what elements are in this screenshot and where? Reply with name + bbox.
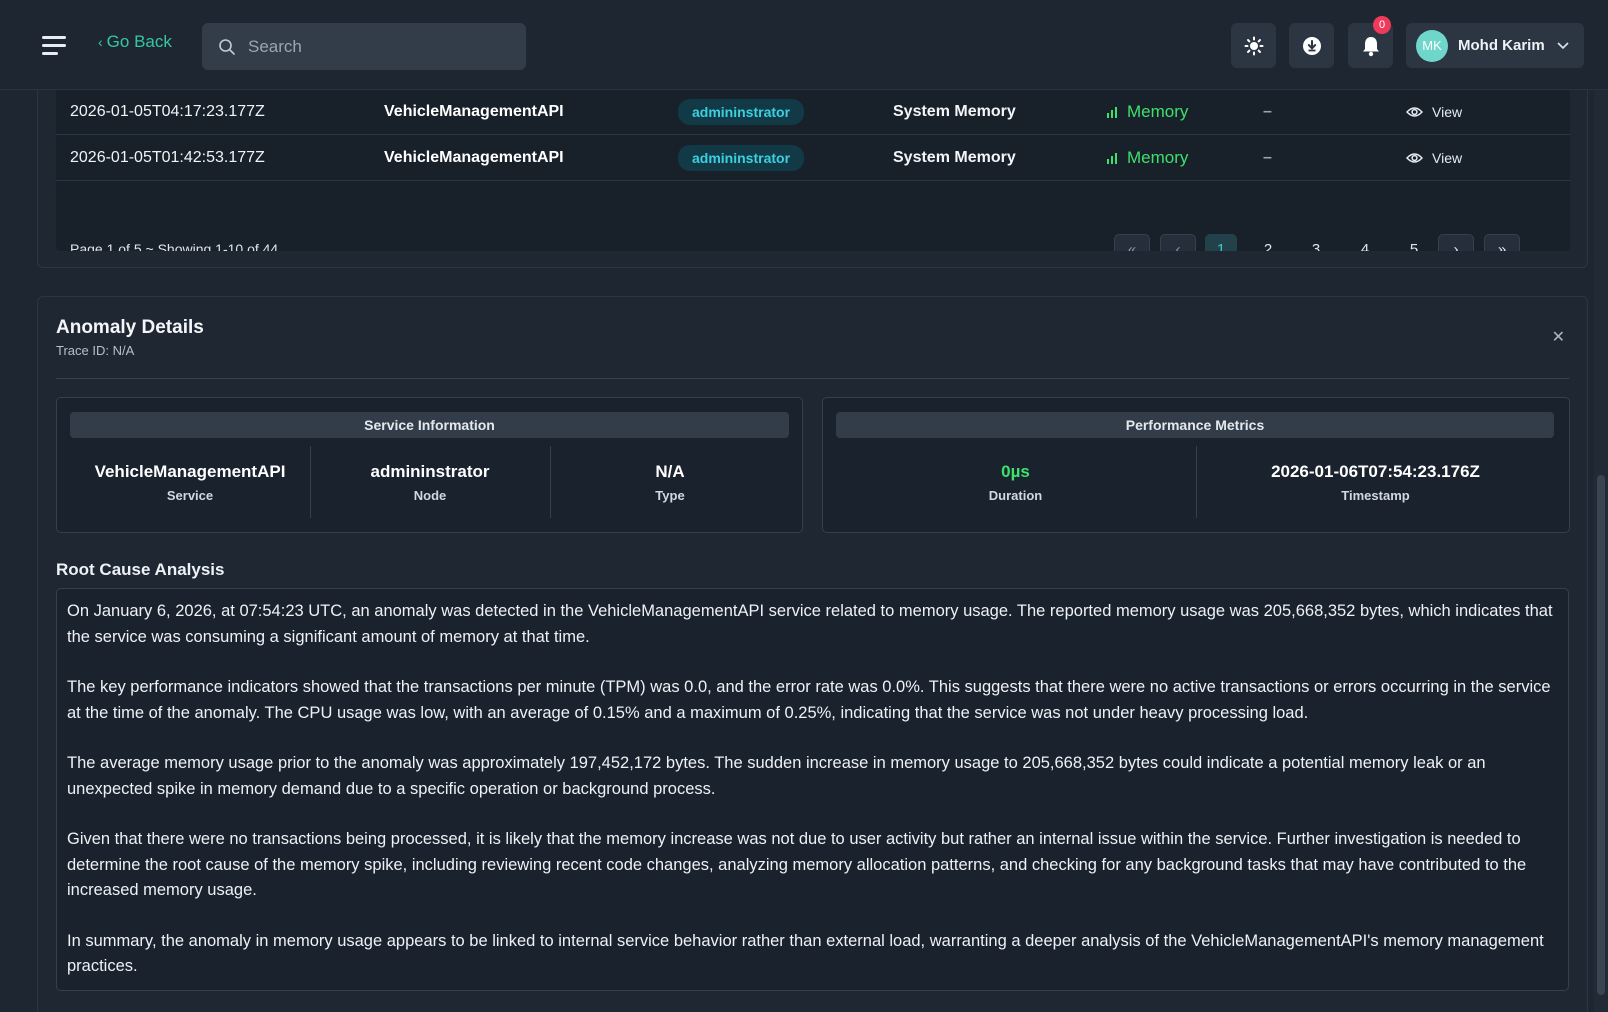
go-back-label: Go Back [106,32,172,51]
go-back-link[interactable]: ‹ Go Back [98,32,172,52]
type-label: Type [655,488,685,503]
row-duration: – [1263,103,1272,120]
view-label: View [1432,104,1463,120]
performance-metrics-box: Performance Metrics 0µs Duration 2026-01… [822,397,1570,533]
trace-id: Trace ID: N/A [56,343,135,358]
user-name: Mohd Karim [1458,37,1545,54]
bar-chart-icon [1107,153,1117,164]
user-menu[interactable]: MK Mohd Karim [1406,23,1584,68]
row-service: VehicleManagementAPI [384,149,564,166]
chevron-down-icon [1557,41,1569,49]
close-icon[interactable]: ✕ [1552,327,1565,347]
row-node: admininstrator [678,135,805,181]
page-info: Page 1 of 5 ~ Showing 1-10 of 44 [70,241,279,251]
anomaly-title: Anomaly Details [56,317,204,338]
eye-icon [1406,107,1423,117]
theme-toggle-button[interactable] [1231,23,1276,68]
rca-paragraph: The average memory usage prior to the an… [67,754,1486,798]
timestamp-stat: 2026-01-06T07:54:23.176Z Timestamp [1196,446,1555,518]
row-timestamp: 2026-01-05T04:17:23.177Z [70,103,265,120]
last-page-button[interactable]: » [1484,234,1520,251]
search-bar[interactable] [202,23,526,70]
avatar: MK [1416,29,1448,62]
timestamp-value: 2026-01-06T07:54:23.176Z [1271,462,1480,481]
view-button[interactable]: View [1406,89,1462,135]
first-page-button[interactable]: « [1114,234,1150,251]
view-label: View [1432,150,1463,166]
row-metric-label: Memory [1127,102,1189,121]
top-navbar: ‹ Go Back 0 MK Mohd [0,0,1608,90]
anomaly-table: 2026-01-05T04:17:23.177Z VehicleManageme… [56,89,1570,251]
node-stat: admininstrator Node [310,446,550,518]
duration-label: Duration [988,488,1043,503]
root-cause-text: On January 6, 2026, at 07:54:23 UTC, an … [56,588,1569,991]
page-2-button[interactable]: 2 [1250,234,1286,252]
row-node: admininstrator [678,89,805,135]
row-type: System Memory [893,103,1016,120]
sun-icon [1244,36,1263,55]
root-cause-title: Root Cause Analysis [56,560,225,579]
view-button[interactable]: View [1406,135,1462,181]
rca-paragraph: On January 6, 2026, at 07:54:23 UTC, an … [67,602,1553,646]
row-duration: – [1263,149,1272,166]
menu-icon[interactable] [42,36,66,56]
download-button[interactable] [1289,23,1334,68]
chevron-left-icon: ‹ [98,34,103,50]
page-1-button[interactable]: 1 [1205,234,1237,251]
row-timestamp: 2026-01-05T01:42:53.177Z [70,149,265,166]
node-label: Node [413,488,447,503]
duration-stat: 0µs Duration [836,446,1195,518]
type-value: N/A [655,462,685,481]
eye-icon [1406,153,1423,163]
row-metric: Memory [1106,89,1188,135]
service-stat: VehicleManagementAPI Service [70,446,310,518]
timestamp-label: Timestamp [1341,488,1410,503]
notification-badge: 0 [1373,16,1391,34]
pagination: Page 1 of 5 ~ Showing 1-10 of 44 « ‹ 1 2… [56,227,1570,251]
rca-paragraph: The key performance indicators showed th… [67,678,1551,722]
anomaly-table-card: 2026-01-05T04:17:23.177Z VehicleManageme… [37,60,1588,268]
type-stat: N/A Type [550,446,790,518]
service-label: Service [166,488,214,503]
row-metric-label: Memory [1127,148,1189,167]
search-input[interactable] [248,36,498,57]
page-5-button[interactable]: 5 [1396,234,1432,252]
download-icon [1302,36,1321,55]
performance-metrics-heading: Performance Metrics [836,412,1554,438]
row-metric: Memory [1106,135,1188,181]
scroll-thumb[interactable] [1597,475,1605,995]
service-information-heading: Service Information [70,412,789,438]
node-value: admininstrator [370,462,490,481]
rca-paragraph: Given that there were no transactions be… [67,830,1527,899]
service-value: VehicleManagementAPI [94,462,286,481]
bell-icon [1362,36,1379,56]
page-3-button[interactable]: 3 [1298,234,1334,252]
divider [56,378,1569,379]
table-row[interactable]: 2026-01-05T04:17:23.177Z VehicleManageme… [56,89,1570,135]
scrollbar[interactable] [1594,90,1608,1012]
search-icon [219,38,235,55]
table-row[interactable]: 2026-01-05T01:42:53.177Z VehicleManageme… [56,135,1570,181]
service-information-box: Service Information VehicleManagementAPI… [56,397,803,533]
node-pill: admininstrator [678,99,805,125]
prev-page-button[interactable]: ‹ [1160,234,1196,251]
row-type: System Memory [893,149,1016,166]
duration-value: 0µs [1001,462,1030,481]
anomaly-details-panel: Anomaly Details Trace ID: N/A ✕ Service … [37,296,1588,1012]
page-4-button[interactable]: 4 [1347,234,1383,252]
row-service: VehicleManagementAPI [384,103,564,120]
rca-paragraph: In summary, the anomaly in memory usage … [67,931,1544,976]
notifications-button[interactable]: 0 [1348,16,1393,68]
node-pill: admininstrator [678,145,805,171]
bar-chart-icon [1107,107,1117,118]
next-page-button[interactable]: › [1438,234,1474,251]
